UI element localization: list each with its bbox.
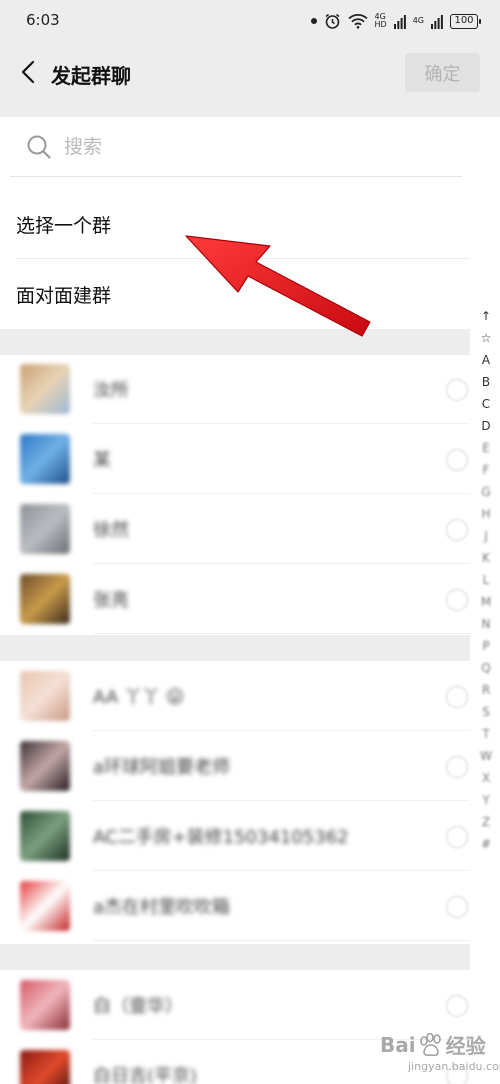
contact-name: 某 [93, 450, 111, 471]
index-item-blurred[interactable]: Q [481, 657, 490, 679]
avatar [20, 811, 70, 861]
contact-name: 张亮 [93, 590, 129, 611]
avatar [20, 574, 70, 624]
net-label-2: 4G [412, 16, 424, 25]
avatar [20, 504, 70, 554]
signal-icon-2 [431, 14, 443, 29]
alphabet-index-bar[interactable]: ↑ ☆ A B C D E F G H J K L M N P Q R S T … [474, 305, 498, 855]
index-item-blurred[interactable]: W [480, 745, 492, 767]
contact-row[interactable]: AA 丫丫 😛 [0, 661, 470, 731]
search-input[interactable] [64, 135, 424, 158]
index-item-blurred[interactable]: F [483, 459, 490, 481]
select-group-item[interactable]: 选择一个群 [0, 189, 470, 259]
face-to-face-group-item[interactable]: 面对面建群 [0, 259, 470, 329]
contact-name: AC二手房+装修15034105362 [93, 827, 349, 848]
contact-name: 白（壹华） [93, 996, 183, 1017]
battery-icon: 100 [450, 13, 481, 29]
signal-icon-1 [393, 14, 406, 29]
contact-name: AA 丫丫 😛 [93, 687, 185, 708]
contact-name: 汝所 [93, 380, 129, 401]
index-item-top[interactable]: ↑ [481, 305, 491, 327]
search-icon [26, 134, 52, 160]
index-item-blurred[interactable]: E [482, 437, 490, 459]
index-item-d[interactable]: D [481, 415, 490, 437]
baidu-watermark: Bai 经验 jingyan.baidu.com [380, 1030, 500, 1073]
section-header-a [0, 635, 470, 661]
main-content: 选择一个群 面对面建群 汝所某徐然张亮 AA 丫丫 😛 a环球阿姐要老师 AC二手房+… [0, 117, 500, 1084]
watermark-text-right: 经验 [445, 1034, 486, 1058]
index-item-blurred[interactable]: X [482, 767, 490, 789]
search-bar[interactable] [10, 117, 462, 177]
index-item-blurred[interactable]: M [481, 591, 491, 613]
status-bar: 6:03 4G HD 4G 100 [0, 0, 500, 40]
section-header-starred [0, 329, 470, 355]
index-item-a[interactable]: A [482, 349, 490, 371]
hd-signal: 4G HD [375, 13, 387, 29]
back-arrow-icon [21, 60, 35, 84]
contact-row[interactable]: 张亮 [0, 564, 470, 634]
select-group-label: 选择一个群 [16, 214, 112, 237]
avatar [20, 741, 70, 791]
confirm-button[interactable]: 确定 [405, 53, 480, 92]
contact-name: 白日吉(平京) [93, 1066, 198, 1084]
index-item-blurred[interactable]: G [481, 481, 490, 503]
select-checkbox[interactable] [446, 686, 468, 708]
page-title: 发起群聊 [51, 64, 131, 88]
row-divider [93, 940, 470, 941]
select-checkbox[interactable] [446, 756, 468, 778]
select-checkbox[interactable] [446, 896, 468, 918]
avatar [20, 881, 70, 931]
select-checkbox[interactable] [446, 379, 468, 401]
index-item-blurred[interactable]: R [482, 679, 490, 701]
index-item-blurred[interactable]: N [482, 613, 491, 635]
section-header-b [0, 944, 470, 970]
avatar [20, 980, 70, 1030]
select-checkbox[interactable] [446, 449, 468, 471]
index-item-blurred[interactable]: P [482, 635, 489, 657]
avatar [20, 364, 70, 414]
contact-row[interactable]: 汝所 [0, 354, 470, 424]
notification-dot-icon [310, 18, 317, 24]
net-4g-label: 4G [413, 17, 424, 25]
select-checkbox[interactable] [446, 826, 468, 848]
contact-name: 徐然 [93, 520, 129, 541]
row-divider [93, 633, 470, 634]
index-item-blurred[interactable]: K [482, 547, 490, 569]
hd-label: HD [374, 20, 387, 29]
avatar [20, 434, 70, 484]
select-checkbox[interactable] [446, 519, 468, 541]
index-item-blurred[interactable]: H [481, 503, 490, 525]
index-item-blurred[interactable]: Y [482, 789, 489, 811]
status-time: 6:03 [26, 11, 60, 29]
select-checkbox[interactable] [446, 995, 468, 1017]
index-item-star[interactable]: ☆ [481, 327, 492, 349]
index-item-blurred[interactable]: # [481, 833, 491, 855]
contact-row[interactable]: a环球阿姐要老师 [0, 731, 470, 801]
index-item-blurred[interactable]: Z [482, 811, 490, 833]
avatar [20, 671, 70, 721]
paw-logo-icon [419, 1032, 441, 1056]
wifi-icon [347, 13, 368, 29]
index-item-b[interactable]: B [482, 371, 490, 393]
watermark-url: jingyan.baidu.com [408, 1060, 500, 1073]
contact-name: a杰在村里吹吹箱 [93, 897, 231, 918]
contact-row[interactable]: AC二手房+装修15034105362 [0, 801, 470, 871]
index-item-blurred[interactable]: L [483, 569, 490, 591]
index-item-blurred[interactable]: S [482, 701, 490, 723]
contact-name: a环球阿姐要老师 [93, 757, 231, 778]
back-button[interactable] [10, 52, 46, 92]
avatar [20, 1050, 70, 1084]
status-icons: 4G HD 4G 100 [310, 10, 481, 32]
nav-bar: 发起群聊 确定 [0, 40, 500, 106]
contact-row[interactable]: 某 [0, 424, 470, 494]
watermark-text-left: Bai [380, 1032, 416, 1057]
index-item-c[interactable]: C [482, 393, 490, 415]
index-item-blurred[interactable]: T [482, 723, 489, 745]
select-checkbox[interactable] [446, 589, 468, 611]
contact-row[interactable]: a杰在村里吹吹箱 [0, 871, 470, 941]
face-to-face-group-label: 面对面建群 [16, 284, 112, 307]
alarm-icon [324, 13, 341, 30]
index-item-blurred[interactable]: J [484, 525, 488, 547]
contact-row[interactable]: 徐然 [0, 494, 470, 564]
